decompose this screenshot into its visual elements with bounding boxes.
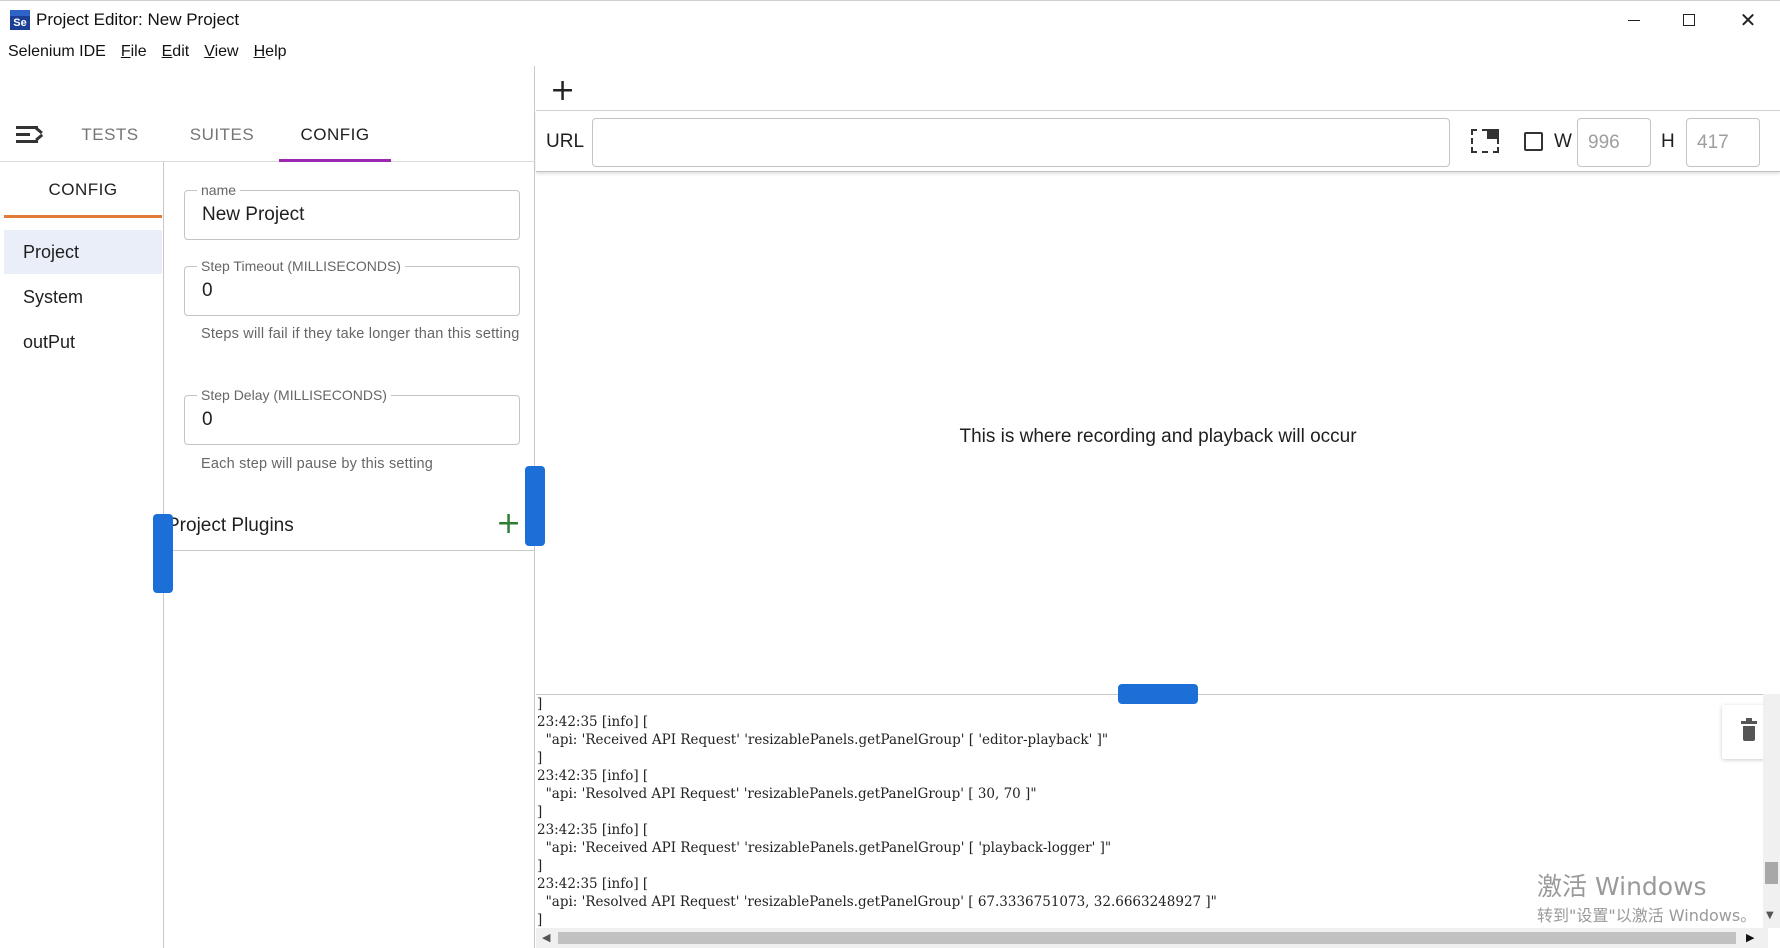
close-icon: ✕: [1739, 8, 1757, 32]
step-timeout-label: Step Timeout (MILLISECONDS): [197, 258, 405, 274]
window-title: Project Editor: New Project: [36, 10, 240, 29]
close-button[interactable]: ✕: [1719, 1, 1777, 39]
trash-icon: [1741, 718, 1757, 741]
config-nav-item-system[interactable]: System: [4, 275, 162, 319]
log-line: "api: 'Received API Request' 'resizableP…: [537, 840, 1112, 856]
playback-placeholder-message: This is where recording and playback wil…: [959, 426, 1357, 447]
log-line: "api: 'Resolved API Request' 'resizableP…: [537, 894, 1217, 910]
log-line: 23:42:35 [info] [: [537, 822, 649, 838]
step-delay-helper: Each step will pause by this setting: [201, 456, 434, 472]
menu-bar: Selenium IDE File Edit View Help: [0, 38, 1780, 66]
playback-area: This is where recording and playback wil…: [536, 172, 1780, 760]
menu-view[interactable]: View: [204, 43, 238, 61]
log-line: ]: [537, 696, 543, 712]
scroll-left-arrow-icon[interactable]: ◀: [542, 931, 550, 944]
maximize-icon: [1683, 14, 1695, 26]
config-nav: CONFIG Project System outPut: [0, 162, 164, 948]
playback-panel: + URL W 996 H 417 This is where recordin…: [536, 66, 1780, 948]
menu-help[interactable]: Help: [254, 43, 287, 61]
main-tab-bar: TESTS SUITES CONFIG: [0, 108, 535, 162]
log-output: ] 23:42:35 [info] [ "api: 'Received API R…: [537, 695, 1217, 929]
add-plugin-icon[interactable]: +: [496, 509, 521, 539]
height-label: H: [1661, 131, 1675, 152]
project-plugins-title: Project Plugins: [167, 515, 294, 536]
scroll-right-arrow-icon[interactable]: ▶: [1746, 931, 1754, 944]
maximize-button[interactable]: [1660, 1, 1718, 39]
nav-resize-handle[interactable]: [153, 514, 173, 593]
title-bar: Se Project Editor: New Project ✕: [0, 0, 1780, 38]
log-line: ]: [537, 804, 543, 820]
menu-selenium-ide[interactable]: Selenium IDE: [8, 43, 106, 61]
step-delay-value: 0: [202, 409, 213, 430]
minimize-icon: [1628, 19, 1640, 21]
project-plugins-header: Project Plugins +: [164, 507, 535, 551]
config-nav-item-output[interactable]: outPut: [4, 320, 162, 364]
url-label: URL: [546, 131, 585, 152]
step-delay-field[interactable]: Step Delay (MILLISECONDS) 0: [184, 387, 520, 445]
project-name-value: New Project: [202, 204, 305, 225]
height-input[interactable]: 417: [1686, 118, 1760, 167]
custom-size-checkbox[interactable]: [1524, 132, 1543, 151]
url-input[interactable]: [592, 118, 1450, 167]
logger-resize-handle[interactable]: [1118, 684, 1198, 704]
tab-suites[interactable]: SUITES: [180, 108, 264, 162]
log-line: 23:42:35 [info] [: [537, 876, 649, 892]
width-label: W: [1554, 131, 1572, 152]
windows-activation-watermark: 激活 Windows 转到"设置"以激活 Windows。: [1537, 872, 1756, 926]
log-line: 23:42:35 [info] [: [537, 714, 649, 730]
tab-config[interactable]: CONFIG: [279, 108, 391, 162]
step-timeout-helper: Steps will fail if they take longer than…: [201, 326, 520, 342]
config-nav-item-project[interactable]: Project: [4, 230, 162, 274]
log-line: ]: [537, 858, 543, 874]
log-line: 23:42:35 [info] [: [537, 768, 649, 784]
project-config-form: name New Project Step Timeout (MILLISECO…: [164, 162, 535, 948]
watermark-line-1: 激活 Windows: [1537, 872, 1707, 901]
config-nav-header[interactable]: CONFIG: [4, 162, 162, 218]
url-bar: URL W 996 H 417: [536, 110, 1780, 172]
selenium-app-icon: Se: [10, 10, 30, 30]
log-horizontal-scrollbar[interactable]: ◀ ▶: [536, 928, 1768, 948]
left-panel: TESTS SUITES CONFIG CONFIG Project Syste…: [0, 66, 535, 948]
height-placeholder: 417: [1697, 132, 1729, 153]
scroll-down-arrow-icon[interactable]: ▼: [1766, 910, 1774, 921]
add-playback-tab-icon[interactable]: +: [550, 76, 575, 106]
step-delay-label: Step Delay (MILLISECONDS): [197, 387, 391, 403]
collapse-menu-icon[interactable]: [16, 123, 43, 145]
project-name-label: name: [197, 182, 241, 198]
menu-edit[interactable]: Edit: [162, 43, 190, 61]
step-timeout-field[interactable]: Step Timeout (MILLISECONDS) 0: [184, 258, 520, 316]
project-name-field[interactable]: name New Project: [184, 182, 520, 240]
log-line: ]: [537, 750, 543, 766]
width-input[interactable]: 996: [1577, 118, 1651, 167]
log-line: "api: 'Received API Request' 'resizableP…: [537, 732, 1109, 748]
resize-window-icon[interactable]: [1471, 129, 1499, 153]
minimize-button[interactable]: [1605, 1, 1663, 39]
log-vertical-scrollbar[interactable]: ▼: [1763, 694, 1780, 928]
menu-file[interactable]: File: [121, 43, 147, 61]
log-line: ]: [537, 912, 543, 928]
log-vertical-scroll-thumb[interactable]: [1765, 862, 1778, 884]
width-placeholder: 996: [1588, 132, 1620, 153]
watermark-line-2: 转到"设置"以激活 Windows。: [1537, 906, 1757, 925]
log-horizontal-scroll-thumb[interactable]: [558, 932, 1736, 944]
log-line: "api: 'Resolved API Request' 'resizableP…: [537, 786, 1037, 802]
step-timeout-value: 0: [202, 280, 213, 301]
tab-tests[interactable]: TESTS: [68, 108, 152, 162]
